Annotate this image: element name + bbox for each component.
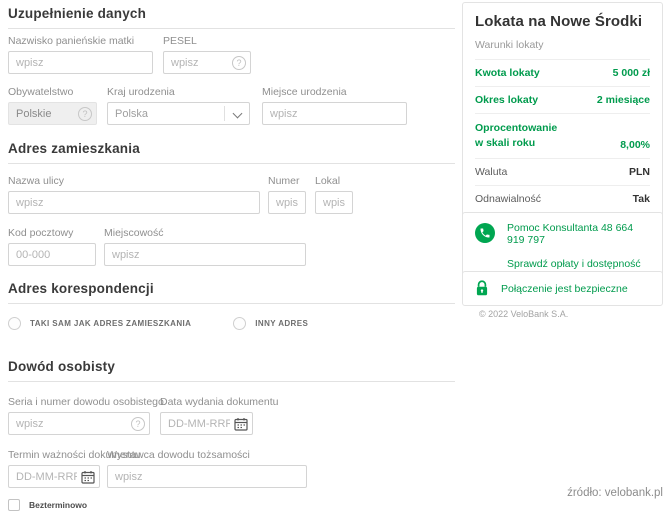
street-label: Nazwa ulicy <box>8 175 260 187</box>
id-issuer-input[interactable] <box>107 465 307 488</box>
section-residence-address: Adres zamieszkania Nazwa ulicy Numer Lok… <box>8 141 455 266</box>
fees-availability-link[interactable]: Sprawdź opłaty i dostępność <box>507 258 641 272</box>
indefinite-checkbox-row[interactable]: Bezterminowo <box>8 499 455 511</box>
radio-same-address-label: TAKI SAM JAK ADRES ZAMIESZKANIA <box>30 319 191 328</box>
section-title: Adres korespondencji <box>8 281 455 304</box>
radio-button-icon[interactable] <box>233 317 246 330</box>
citizenship-label: Obywatelstwo <box>8 86 97 98</box>
summary-row-currency: Waluta PLN <box>475 159 650 186</box>
birth-place-label: Miejsce urodzenia <box>262 86 407 98</box>
question-circle-icon[interactable] <box>232 56 246 70</box>
house-number-label: Numer <box>268 175 306 187</box>
city-input[interactable] <box>104 243 306 266</box>
copyright-text: © 2022 VeloBank S.A. <box>479 309 568 319</box>
id-series-input[interactable] <box>8 412 150 435</box>
summary-row-period: Okres lokaty 2 miesiące <box>475 87 650 114</box>
chevron-down-icon[interactable] <box>233 109 243 119</box>
section-personal-data: Uzupełnienie danych Nazwisko panieńskie … <box>8 6 455 125</box>
indefinite-checkbox-label: Bezterminowo <box>29 500 87 510</box>
deposit-summary-card: Lokata na Nowe Środki Warunki lokaty Kwo… <box>462 2 663 245</box>
deposit-title: Lokata na Nowe Środki <box>475 13 650 30</box>
birth-country-label: Kraj urodzenia <box>107 86 250 98</box>
checkbox-icon[interactable] <box>8 499 20 511</box>
birth-country-select[interactable]: Polska <box>107 102 250 125</box>
section-title: Adres zamieszkania <box>8 141 455 164</box>
pesel-label: PESEL <box>163 35 251 47</box>
question-circle-icon[interactable] <box>78 107 92 121</box>
secure-connection-card: Połączenie jest bezpieczne <box>462 271 663 306</box>
flat-number-label: Lokal <box>315 175 353 187</box>
id-issuer-label: Wystawca dowodu tożsamości <box>107 449 307 461</box>
source-attribution: źródło: velobank.pl <box>567 487 663 499</box>
select-divider <box>224 106 225 121</box>
calendar-icon[interactable] <box>234 417 248 431</box>
birth-country-selected-value: Polska <box>115 108 148 120</box>
street-input[interactable] <box>8 191 260 214</box>
mother-maiden-name-label: Nazwisko panieńskie matki <box>8 35 153 47</box>
phone-icon <box>475 223 495 243</box>
radio-same-address[interactable]: TAKI SAM JAK ADRES ZAMIESZKANIA <box>8 317 191 330</box>
radio-other-address[interactable]: INNY ADRES <box>233 317 308 330</box>
radio-other-address-label: INNY ADRES <box>255 319 308 328</box>
calendar-icon[interactable] <box>81 470 95 484</box>
section-title: Uzupełnienie danych <box>8 6 455 29</box>
issue-date-label: Data wydania dokumentu <box>160 396 253 408</box>
question-circle-icon[interactable] <box>131 417 145 431</box>
section-title: Dowód osobisty <box>8 359 455 382</box>
id-series-label: Seria i numer dowodu osobistego <box>8 396 150 408</box>
birth-place-input[interactable] <box>262 102 407 125</box>
radio-button-icon[interactable] <box>8 317 21 330</box>
lock-icon <box>475 280 489 297</box>
expiry-date-label: Termin ważności dokumentu <box>8 449 100 461</box>
city-label: Miejscowość <box>104 227 306 239</box>
summary-row-amount: Kwota lokaty 5 000 zł <box>475 60 650 87</box>
section-id-card: Dowód osobisty Seria i numer dowodu osob… <box>8 359 455 511</box>
secure-connection-text: Połączenie jest bezpieczne <box>501 283 628 295</box>
consultant-phone-text: Pomoc Konsultanta 48 664 919 797 <box>507 222 650 246</box>
postal-code-input[interactable] <box>8 243 96 266</box>
summary-row-interest: Oprocentowanie w skali roku 8,00% <box>475 114 650 159</box>
mother-maiden-name-input[interactable] <box>8 51 153 74</box>
postal-code-label: Kod pocztowy <box>8 227 96 239</box>
summary-row-renewable: Odnawialność Tak <box>475 186 650 213</box>
deposit-subtitle: Warunki lokaty <box>475 39 650 60</box>
flat-number-input[interactable] <box>315 191 353 214</box>
house-number-input[interactable] <box>268 191 306 214</box>
section-correspondence-address: Adres korespondencji TAKI SAM JAK ADRES … <box>8 281 455 330</box>
